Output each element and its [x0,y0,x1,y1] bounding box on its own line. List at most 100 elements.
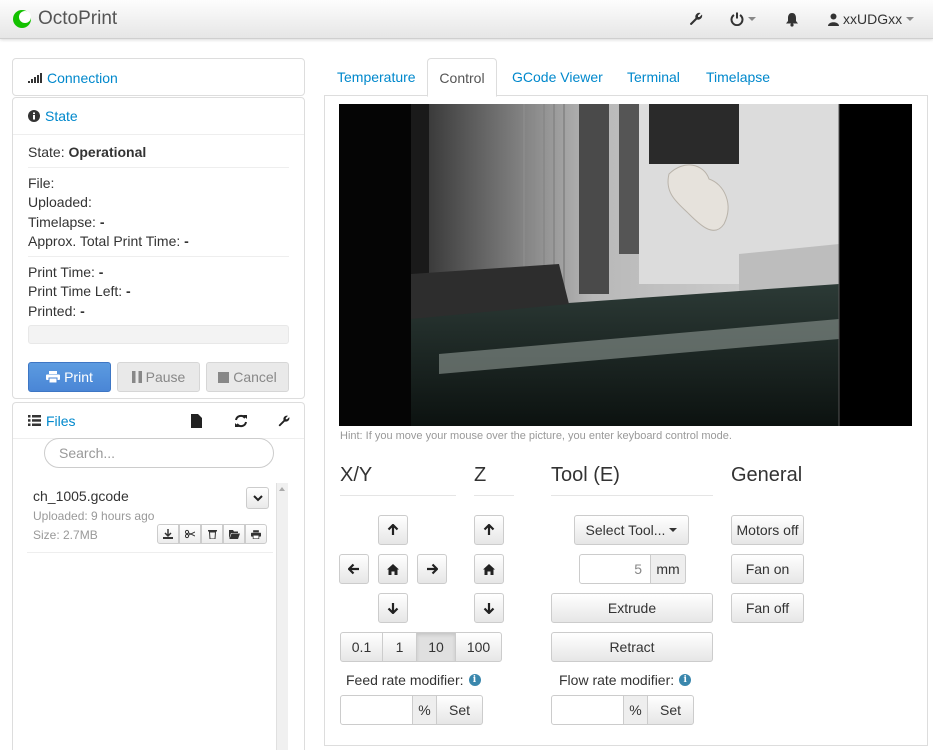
scroll-up-arrow-icon[interactable] [279,487,285,491]
system-power-menu[interactable] [730,10,756,28]
user-icon [828,13,839,26]
home-z-button[interactable] [474,554,504,584]
file-expand-button[interactable] [246,487,269,509]
settings-wrench-button[interactable] [688,10,704,28]
file-row: File: [28,174,55,191]
user-name: xxUDGxx [843,11,903,27]
flow-rate-percent: % [623,695,648,725]
step-100-button[interactable]: 100 [455,632,502,662]
retract-button[interactable]: Retract [551,632,713,662]
pause-button[interactable]: Pause [117,362,200,392]
tab-timelapse[interactable]: Timelapse [706,58,770,96]
webcam-hint: Hint: If you move your mouse over the pi… [340,430,732,442]
main-tabs: Temperature Control GCode Viewer Termina… [324,58,928,97]
file-search-input[interactable]: Search... [44,438,274,468]
state-value: Operational [68,144,147,160]
signal-icon [28,72,42,83]
print-time-left-row: Print Time Left: - [28,283,131,299]
feed-rate-set-button[interactable]: Set [436,695,483,725]
xy-section-title: X/Y [340,464,373,486]
home-xy-button[interactable] [378,554,408,584]
print-icon [46,371,61,383]
extrude-amount-input[interactable]: 5 [579,554,651,584]
general-section-title: General [731,464,803,486]
chevron-down-icon [669,528,678,532]
flow-rate-label: Flow rate modifier: i [559,672,692,688]
files-settings-button[interactable] [277,414,291,431]
file-download-button[interactable] [157,524,179,544]
tab-control[interactable]: Control [427,58,497,97]
tab-terminal[interactable]: Terminal [627,58,680,96]
power-icon [730,12,744,26]
uploaded-row: Uploaded: [28,194,92,210]
info-icon[interactable]: i [468,674,481,686]
step-10-button[interactable]: 10 [416,632,456,662]
file-delete-button[interactable] [201,524,223,544]
tab-gcode-viewer[interactable]: GCode Viewer [512,58,603,96]
files-title: Files [46,412,76,429]
navbar: OctoPrint xxUDGxx [0,0,933,39]
tab-temperature[interactable]: Temperature [337,58,416,96]
file-load-button[interactable] [223,524,245,544]
step-0.1-button[interactable]: 0.1 [340,632,383,662]
files-panel: Files Search... ch_1005.gcode Uploaded: … [12,402,305,750]
notifications-button[interactable] [785,10,799,28]
wrench-icon [689,12,703,26]
new-file-button[interactable] [191,414,202,431]
divider [27,552,273,553]
scissors-icon [185,529,195,539]
state-body: State: Operational File: Uploaded: Timel… [13,135,304,344]
state-header[interactable]: State [13,98,304,135]
flow-rate-set-button[interactable]: Set [647,695,694,725]
file-list-scrollbar[interactable] [276,483,288,750]
chevron-down-icon [252,494,263,501]
print-button[interactable]: Print [28,362,111,392]
download-icon [163,529,173,539]
tool-section-title: Tool (E) [551,464,620,486]
file-size: Size: 2.7MB [33,528,98,542]
flow-rate-input[interactable] [551,695,624,725]
fan-off-button[interactable]: Fan off [731,593,804,623]
jog-y-minus-button[interactable] [378,593,408,623]
cancel-button[interactable]: Cancel [206,362,289,392]
home-icon [387,563,399,575]
refresh-button[interactable] [234,414,248,431]
chevron-down-icon [906,17,915,21]
files-header[interactable]: Files [13,403,304,439]
arrow-left-icon [348,563,359,575]
stop-icon [218,371,230,383]
divider [551,495,713,496]
jog-z-minus-button[interactable] [474,593,504,623]
user-menu[interactable]: xxUDGxx [828,10,915,28]
step-1-button[interactable]: 1 [382,632,417,662]
brand[interactable]: OctoPrint [12,6,117,32]
file-slice-button[interactable] [179,524,201,544]
arrow-up-icon [387,524,399,535]
print-progress-bar [28,325,289,344]
jog-z-plus-button[interactable] [474,515,504,545]
select-tool-dropdown[interactable]: Select Tool... [574,515,689,545]
print-time-row: Print Time: - [28,263,104,280]
webcam-stream[interactable] [339,104,912,426]
pause-icon [131,371,142,383]
jog-y-plus-button[interactable] [378,515,408,545]
list-icon [28,415,41,426]
extrude-button[interactable]: Extrude [551,593,713,623]
fan-on-button[interactable]: Fan on [731,554,804,584]
motors-off-button[interactable]: Motors off [731,515,804,545]
approx-total-print-time-row: Approx. Total Print Time: - [28,233,189,249]
divider [28,255,289,257]
state-panel: State State: Operational File: Uploaded:… [12,97,305,399]
connection-panel: Connection [12,58,305,96]
jog-x-minus-button[interactable] [339,554,369,584]
print-icon [251,529,261,539]
file-print-button[interactable] [245,524,267,544]
feed-rate-percent: % [412,695,437,725]
connection-header[interactable]: Connection [13,59,304,96]
info-icon[interactable]: i [679,674,692,686]
jog-x-plus-button[interactable] [417,554,447,584]
feed-rate-input[interactable] [340,695,413,725]
brand-name: OctoPrint [38,8,118,29]
trash-icon [207,530,217,539]
octoprint-logo-icon [13,10,31,28]
